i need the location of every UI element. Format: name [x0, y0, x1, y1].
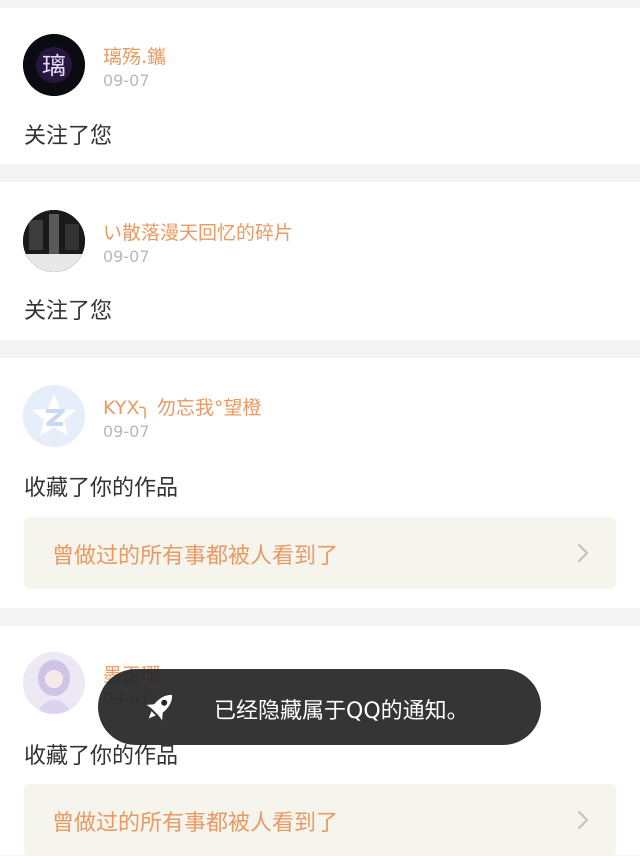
notification-card[interactable]: KYX╮ 勿忘我°望橙 09-07 收藏了你的作品 曾做过的所有事都被人看到了: [0, 358, 640, 608]
toast-message: 已经隐藏属于QQ的通知。: [214, 699, 469, 724]
work-title: 曾做过的所有事都被人看到了: [52, 544, 339, 569]
avatar[interactable]: 璃: [23, 34, 85, 96]
avatar[interactable]: [23, 652, 85, 714]
notification-action: 关注了您: [24, 299, 113, 324]
chevron-right-icon: [577, 810, 589, 830]
avatar-image: 璃: [23, 34, 85, 96]
work-link[interactable]: 曾做过的所有事都被人看到了: [24, 517, 616, 589]
notification-date: 09-07: [103, 247, 150, 266]
avatar-image: [23, 210, 85, 272]
svg-text:璃: 璃: [42, 52, 66, 80]
avatar[interactable]: [23, 385, 85, 447]
notifications-screen: { "notifications": [ { "username": "璃殇.鑴…: [0, 0, 640, 856]
notification-card[interactable]: 璃 璃殇.鑴 09-07 关注了您: [0, 8, 640, 164]
notification-action: 关注了您: [24, 124, 113, 149]
default-qzone-avatar-icon: [23, 385, 85, 447]
toast-notification: 已经隐藏属于QQ的通知。: [98, 669, 541, 745]
username[interactable]: 璃殇.鑴: [103, 42, 166, 69]
notification-date: 09-07: [103, 422, 150, 441]
notification-action: 收藏了你的作品: [24, 476, 179, 501]
username[interactable]: い散落漫天回忆的碎片: [103, 218, 293, 245]
notification-date: 09-07: [103, 71, 150, 90]
work-title: 曾做过的所有事都被人看到了: [52, 811, 339, 836]
rocket-icon: [146, 694, 173, 721]
work-link[interactable]: 曾做过的所有事都被人看到了: [24, 784, 616, 856]
notification-card[interactable]: い散落漫天回忆的碎片 09-07 关注了您: [0, 182, 640, 340]
chevron-right-icon: [577, 543, 589, 563]
avatar[interactable]: [23, 210, 85, 272]
username[interactable]: KYX╮ 勿忘我°望橙: [103, 393, 261, 420]
anime-girl-avatar-icon: [23, 652, 85, 714]
